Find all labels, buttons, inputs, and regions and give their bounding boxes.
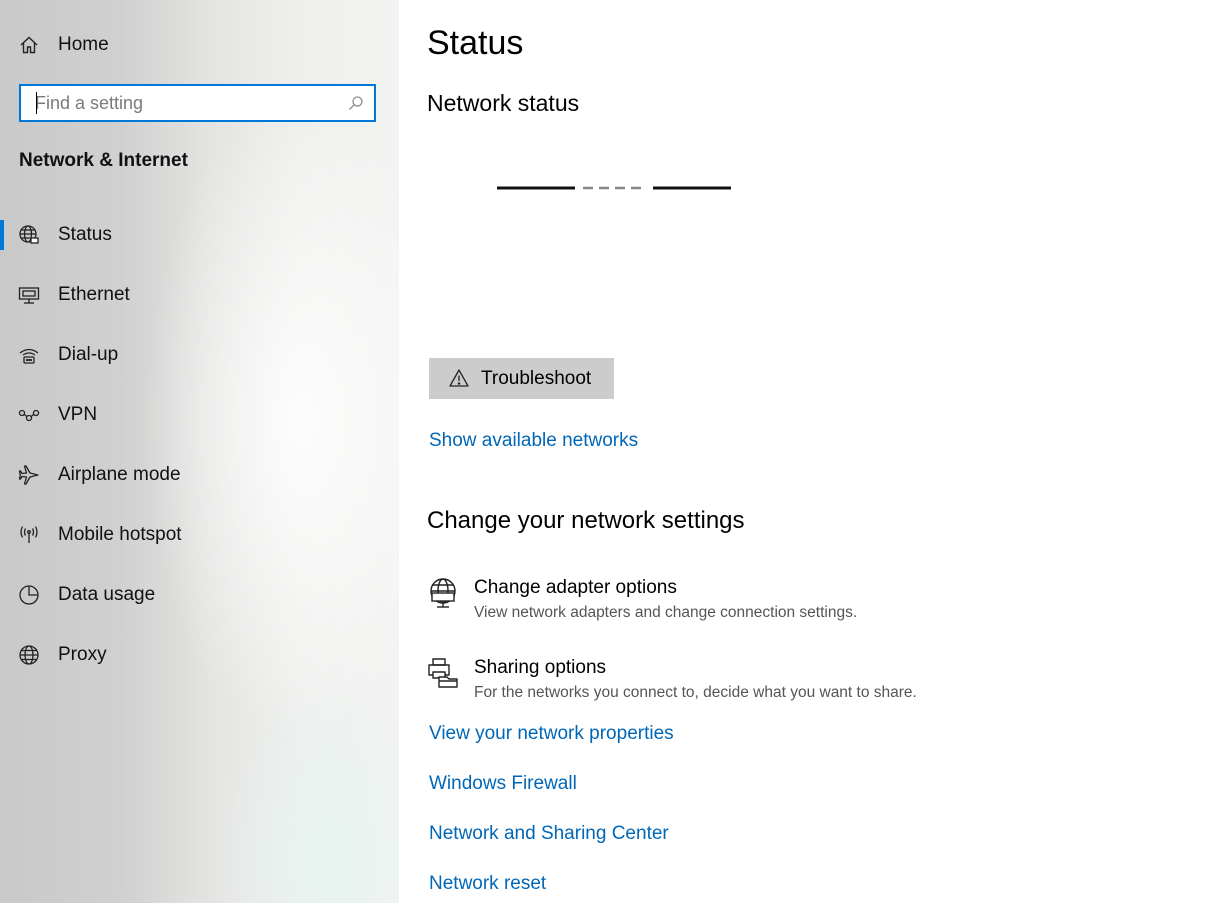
sidebar-item-label: VPN — [58, 404, 98, 425]
sidebar-item-status[interactable]: Status — [0, 213, 399, 257]
view-network-properties-link[interactable]: View your network properties — [429, 723, 674, 745]
globe-status-icon — [18, 224, 40, 246]
windows-firewall-link[interactable]: Windows Firewall — [429, 773, 577, 795]
sharing-icon — [427, 657, 459, 689]
vpn-icon — [18, 404, 40, 426]
sidebar-item-label: Dial-up — [58, 344, 119, 365]
option-description: For the networks you connect to, decide … — [474, 684, 917, 701]
sharing-options[interactable]: Sharing options For the networks you con… — [427, 657, 1127, 713]
sidebar-item-dialup[interactable]: Dial-up — [0, 333, 399, 377]
network-connection-graphic — [497, 186, 731, 190]
sidebar-item-proxy[interactable]: Proxy — [0, 633, 399, 677]
sidebar-item-label: Mobile hotspot — [58, 524, 182, 545]
ethernet-icon — [18, 284, 40, 306]
troubleshoot-label: Troubleshoot — [481, 368, 592, 389]
change-network-settings-heading: Change your network settings — [427, 507, 745, 534]
sidebar-item-label: Status — [58, 224, 112, 245]
hotspot-icon — [18, 524, 40, 546]
show-available-networks-link[interactable]: Show available networks — [429, 430, 638, 452]
adapter-icon — [427, 577, 459, 609]
option-title: Sharing options — [474, 657, 607, 678]
sidebar-item-ethernet[interactable]: Ethernet — [0, 273, 399, 317]
airplane-icon — [18, 464, 40, 486]
sidebar-item-mobile-hotspot[interactable]: Mobile hotspot — [0, 513, 399, 557]
sidebar-item-label: Data usage — [58, 584, 156, 605]
search-icon[interactable] — [348, 95, 364, 111]
home-icon — [18, 34, 40, 56]
section-title: Network & Internet — [19, 150, 188, 171]
troubleshoot-button[interactable]: Troubleshoot — [429, 358, 614, 399]
sidebar-item-vpn[interactable]: VPN — [0, 393, 399, 437]
home-button[interactable]: Home — [0, 23, 399, 67]
text-caret — [36, 92, 37, 114]
search-box[interactable] — [19, 84, 376, 122]
home-label: Home — [58, 34, 109, 55]
data-usage-icon — [18, 584, 40, 606]
network-reset-link[interactable]: Network reset — [429, 873, 546, 895]
sidebar-item-label: Ethernet — [58, 284, 130, 305]
page-title: Status — [427, 24, 524, 62]
option-title: Change adapter options — [474, 577, 677, 598]
network-status-heading: Network status — [427, 90, 580, 116]
active-indicator — [0, 220, 4, 250]
dialup-icon — [18, 344, 40, 366]
sidebar-item-data-usage[interactable]: Data usage — [0, 573, 399, 617]
warning-icon — [449, 368, 469, 388]
search-input[interactable] — [21, 86, 345, 120]
sidebar-item-label: Proxy — [58, 644, 107, 665]
sidebar-item-label: Airplane mode — [58, 464, 181, 485]
change-adapter-options[interactable]: Change adapter options View network adap… — [427, 577, 1127, 633]
option-description: View network adapters and change connect… — [474, 604, 858, 621]
network-sharing-center-link[interactable]: Network and Sharing Center — [429, 823, 669, 845]
sidebar-item-airplane-mode[interactable]: Airplane mode — [0, 453, 399, 497]
sidebar: Home Network & Internet Status — [0, 0, 399, 903]
main-content: Status Network status Troubleshoot Show … — [399, 0, 1231, 903]
globe-icon — [18, 644, 40, 666]
